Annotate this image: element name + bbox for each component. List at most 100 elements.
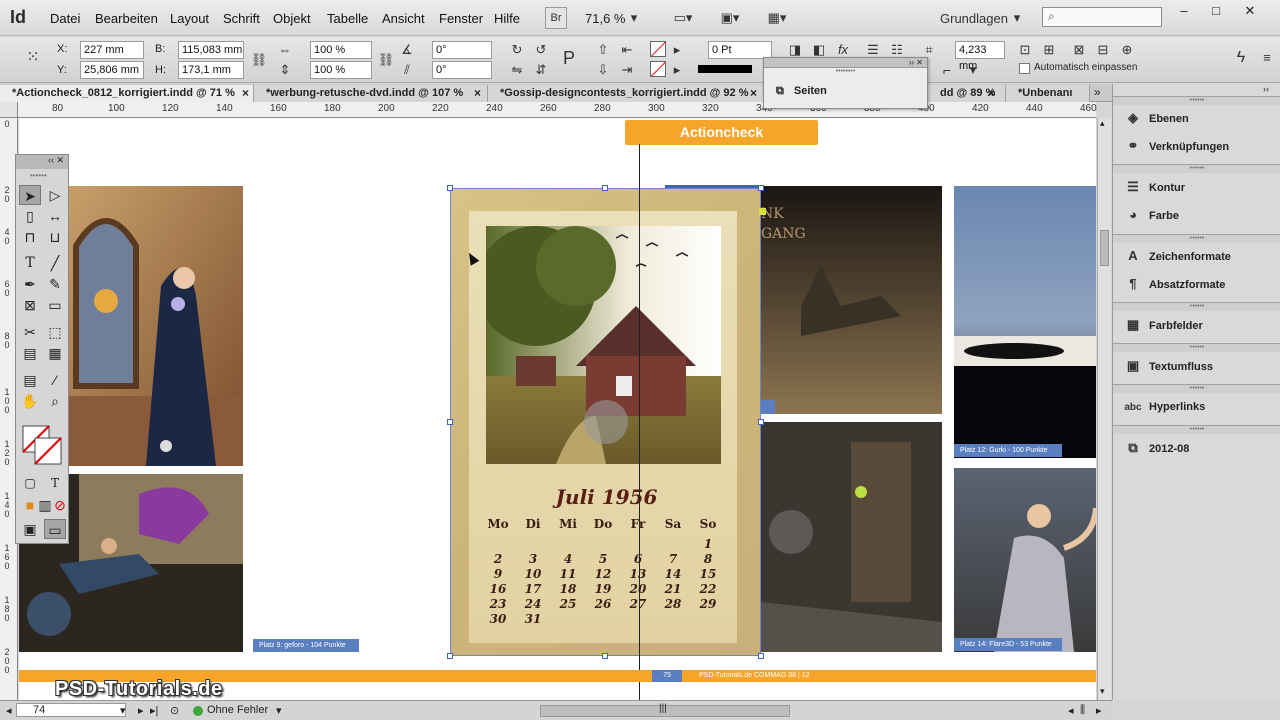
scroll-up-icon[interactable]: ▴ <box>1100 118 1105 129</box>
image-dark-castle[interactable]: NK GANG <box>761 186 942 414</box>
panel-textumfluss[interactable]: ▣ Textumfluss <box>1123 355 1273 377</box>
select-previous-icon[interactable]: ⇤ <box>618 41 636 59</box>
caption-right-top[interactable]: Platz 12: Gurki - 100 Punkte <box>954 444 1062 457</box>
lightning-icon[interactable]: ϟ <box>1232 49 1250 67</box>
panel-grip[interactable]: •••••• <box>1113 343 1280 352</box>
stroke-type-preview[interactable] <box>698 65 752 73</box>
panel-grip[interactable]: •••••• <box>1113 302 1280 311</box>
menu-bearbeiten[interactable]: Bearbeiten <box>95 11 158 26</box>
content-grabber-icon[interactable] <box>759 208 766 215</box>
menu-schrift[interactable]: Schrift <box>223 11 260 26</box>
scroll-left-icon[interactable]: ◂ <box>1068 704 1074 717</box>
flip-horizontal-icon[interactable]: ⇋ <box>508 61 526 79</box>
panel-zeichenformate[interactable]: A Zeichenformate <box>1123 245 1273 267</box>
gap-tool-icon[interactable]: ↔ <box>44 206 66 226</box>
horizontal-scroll-thumb[interactable]: ||| <box>540 703 790 717</box>
panel-grip[interactable]: •••••• <box>1113 164 1280 173</box>
corner-shape-icon[interactable]: ⌐ <box>938 61 956 79</box>
tab-werbung[interactable]: *werbung-retusche-dvd.indd @ 107 % × <box>254 85 488 102</box>
fill-proportional-icon[interactable]: ⊟ <box>1094 41 1112 59</box>
type-tool-icon[interactable]: T <box>19 253 41 273</box>
collapse-panels-icon[interactable]: ›› <box>1263 84 1269 94</box>
note-tool-icon[interactable]: ▤ <box>19 370 41 390</box>
image-sky-vehicle[interactable] <box>954 186 1096 458</box>
select-next-icon[interactable]: ⇥ <box>618 61 636 79</box>
constrain-proportions-icon[interactable]: ⛓ <box>250 51 268 69</box>
vertical-scroll-thumb[interactable] <box>1100 230 1109 266</box>
selection-handle[interactable] <box>602 185 608 191</box>
scale-y-field[interactable]: 100 % <box>310 61 372 79</box>
stroke-swatch-icon[interactable] <box>650 61 666 77</box>
page-dropdown-icon[interactable]: ▾ <box>120 704 126 717</box>
pencil-tool-icon[interactable]: ✎ <box>44 274 66 294</box>
tab-close-icon[interactable]: × <box>988 85 995 101</box>
selection-handle[interactable] <box>447 653 453 659</box>
select-content-icon[interactable]: ⇩ <box>594 61 612 79</box>
free-transform-tool-icon[interactable]: ⬚ <box>44 322 66 342</box>
normal-view-icon[interactable]: ▣ <box>19 519 41 539</box>
fill-arrow-icon[interactable]: ▸ <box>668 41 686 59</box>
panel-farbfelder[interactable]: ▦ Farbfelder <box>1123 314 1273 336</box>
panel-kontur[interactable]: ☰ Kontur <box>1123 176 1273 198</box>
flip-vertical-icon[interactable]: ⇵ <box>532 61 550 79</box>
scroll-right-icon[interactable]: ▸ <box>1096 704 1102 717</box>
page-header-banner[interactable]: Actioncheck <box>625 120 818 145</box>
rotate-cw-icon[interactable]: ↻ <box>508 41 526 59</box>
offset-field[interactable]: 4,233 mm <box>955 41 1005 72</box>
maximize-button[interactable]: □ <box>1202 2 1230 20</box>
close-button[interactable]: ✕ <box>1236 2 1264 20</box>
eyedropper-tool-icon[interactable]: ⁄ <box>44 370 66 390</box>
selection-handle[interactable] <box>602 653 608 659</box>
panel-grip[interactable]: •••••• <box>1113 384 1280 393</box>
menu-objekt[interactable]: Objekt <box>273 11 311 26</box>
gradient-swatch-tool-icon[interactable]: ▤ <box>19 343 41 363</box>
menu-ansicht[interactable]: Ansicht <box>382 11 425 26</box>
tab-unbenannt[interactable]: *Unbenanı <box>1006 85 1090 102</box>
width-field[interactable]: 115,083 mm <box>178 41 244 59</box>
tab-close-icon[interactable]: × <box>242 85 249 101</box>
line-tool-icon[interactable]: ╱ <box>44 253 66 273</box>
caption-left[interactable]: Platz 9: geforo - 104 Punkte <box>253 639 359 652</box>
panel-hyperlinks[interactable]: abc Hyperlinks <box>1123 396 1273 418</box>
tab-hidden[interactable]: dd @ 89 % × <box>928 85 1006 102</box>
tab-close-icon[interactable]: × <box>474 85 481 101</box>
fill-stroke-swatch-icon[interactable] <box>22 425 62 465</box>
tab-gossip[interactable]: *Gossip-designcontests_korrigiert.indd @… <box>488 85 764 102</box>
autofit-checkbox[interactable] <box>1019 63 1030 74</box>
document-canvas[interactable]: Actioncheck Platz 9: geforo - 104 Punkte… <box>19 118 1096 700</box>
selection-handle[interactable] <box>758 419 764 425</box>
formatting-container-icon[interactable]: ▢ <box>19 473 41 493</box>
stroke-arrow-icon[interactable]: ▸ <box>668 61 686 79</box>
content-collector-icon[interactable]: ⊓ <box>19 227 41 247</box>
reference-point-icon[interactable]: ⁙ <box>24 49 42 67</box>
image-witch[interactable] <box>66 186 243 466</box>
direct-selection-tool-icon[interactable]: ▷ <box>44 185 66 205</box>
rotate-field[interactable]: 0° <box>432 41 492 59</box>
menu-tabelle[interactable]: Tabelle <box>327 11 368 26</box>
menu-datei[interactable]: Datei <box>50 11 80 26</box>
calendar-photo-house[interactable] <box>486 226 721 464</box>
selection-handle[interactable] <box>758 653 764 659</box>
rectangle-frame-tool-icon[interactable]: ⊠ <box>19 295 41 315</box>
x-field[interactable]: 227 mm <box>80 41 144 59</box>
preflight-dropdown-icon[interactable]: ▾ <box>276 704 282 717</box>
menu-layout[interactable]: Layout <box>170 11 209 26</box>
preflight-status[interactable]: Ohne Fehler <box>207 704 268 716</box>
rotate-ccw-icon[interactable]: ↺ <box>532 41 550 59</box>
formatting-text-icon[interactable]: T <box>44 473 66 493</box>
next-page-icon[interactable]: ▸ <box>138 704 144 717</box>
preflight-icon[interactable]: ⊙ <box>170 704 179 717</box>
panel-farbe[interactable]: ◕ Farbe <box>1123 204 1273 226</box>
panel-grip[interactable]: •••••• <box>1113 425 1280 434</box>
caption-right-bottom[interactable]: Platz 14: Flare3D - 53 Punkte <box>954 638 1062 651</box>
menu-hilfe[interactable]: Hilfe <box>494 11 520 26</box>
vertical-guide[interactable] <box>639 144 640 700</box>
panel-ebenen[interactable]: ◈ Ebenen <box>1123 107 1273 129</box>
panel-grip[interactable]: •••••• <box>1113 96 1280 105</box>
select-container-icon[interactable]: ⇧ <box>594 41 612 59</box>
calendar-page[interactable]: Juli 1956 Mo Di Mi Do Fr Sa So 123456789… <box>450 188 761 656</box>
panel-library[interactable]: ⧉ 2012-08 <box>1123 437 1273 459</box>
rectangle-tool-icon[interactable]: ▭ <box>44 295 66 315</box>
panel-absatzformate[interactable]: ¶ Absatzformate <box>1123 273 1273 295</box>
workspace-switcher[interactable]: Grundlagen <box>940 11 1008 26</box>
